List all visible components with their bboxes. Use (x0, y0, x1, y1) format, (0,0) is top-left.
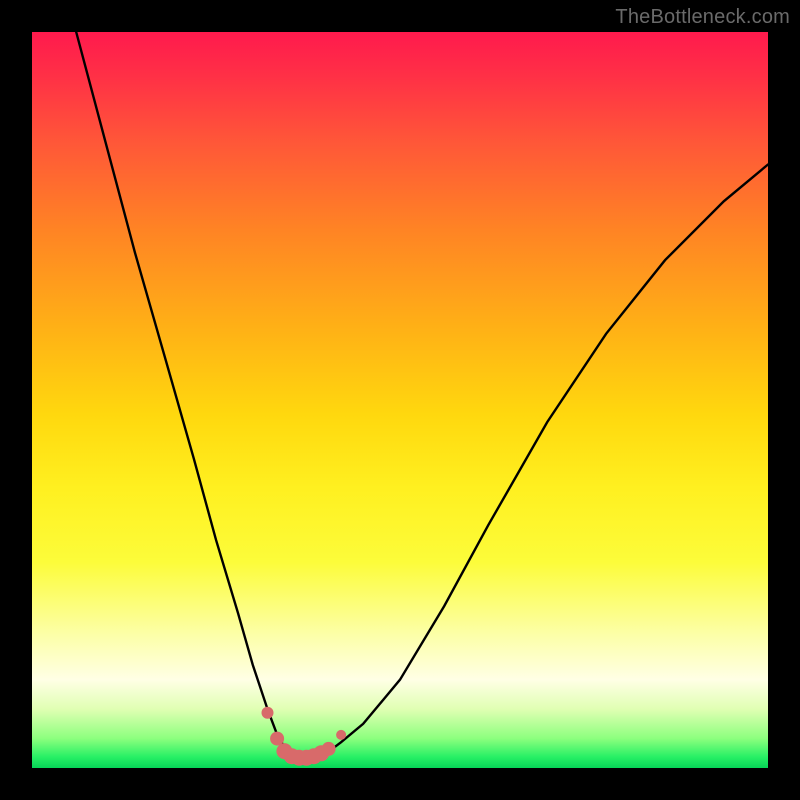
chart-svg (32, 32, 768, 768)
chart-frame: TheBottleneck.com (0, 0, 800, 800)
marker-dot (322, 742, 336, 756)
plot-area (32, 32, 768, 768)
marker-dot (336, 730, 346, 740)
bottleneck-curve (76, 32, 768, 757)
watermark-text: TheBottleneck.com (615, 6, 790, 29)
highlight-dots (262, 707, 347, 766)
marker-dot (262, 707, 274, 719)
